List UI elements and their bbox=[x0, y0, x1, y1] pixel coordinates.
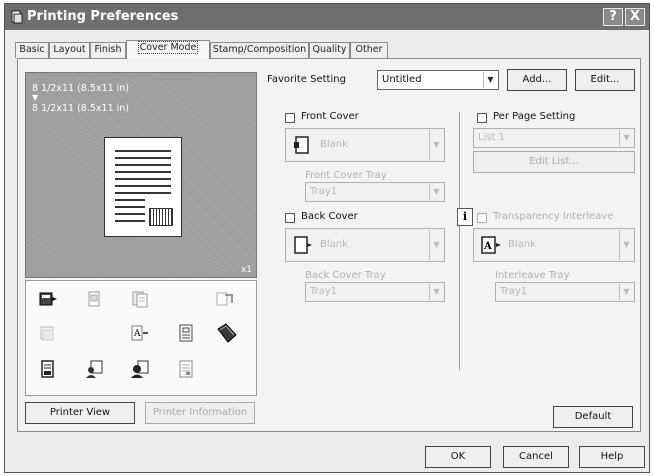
svg-text:A: A bbox=[133, 329, 141, 339]
printer-app-icon bbox=[11, 10, 23, 24]
copies-count: x1 bbox=[240, 265, 252, 275]
interleave-tray-value: Tray1 bbox=[500, 286, 528, 297]
tab-basic[interactable]: Basic bbox=[15, 42, 49, 58]
tab-cover-mode-label: Cover Mode bbox=[137, 41, 199, 54]
transparency-interleave-label: Transparency Interleave bbox=[493, 211, 614, 222]
interleave-paper-value: Blank bbox=[508, 239, 536, 250]
back-cover-tray-value: Tray1 bbox=[310, 286, 338, 297]
window-title: Printing Preferences bbox=[27, 9, 179, 24]
ok-button[interactable]: OK bbox=[425, 446, 491, 468]
printer-view-button[interactable]: Printer View bbox=[25, 402, 135, 424]
chevron-down-icon: ▼ bbox=[429, 230, 443, 260]
output-size-text: 8 1/2x11 (8.5x11 in) bbox=[32, 103, 129, 114]
chevron-down-icon: ▼ bbox=[619, 230, 633, 260]
chevron-down-icon: ▼ bbox=[429, 130, 443, 160]
per-page-setting-checkbox[interactable] bbox=[477, 113, 487, 123]
original-size-text: 8 1/2x11 (8.5x11 in) bbox=[32, 83, 129, 94]
tab-stamp-composition[interactable]: Stamp/Composition bbox=[210, 42, 309, 58]
user-auth-icon[interactable] bbox=[84, 359, 104, 379]
mailbox-icon[interactable] bbox=[176, 323, 196, 343]
staple-unit-icon[interactable] bbox=[214, 289, 234, 309]
tab-cover-mode[interactable]: Cover Mode bbox=[126, 40, 210, 59]
front-cover-label: Front Cover bbox=[301, 111, 359, 122]
transparency-interleave-checkbox[interactable] bbox=[477, 213, 487, 223]
punch-unit-icon[interactable]: A bbox=[130, 323, 150, 343]
front-cover-paper-icon bbox=[294, 136, 309, 154]
output-tray-icon[interactable] bbox=[38, 323, 58, 343]
help-button[interactable]: Help bbox=[579, 446, 645, 468]
front-cover-paper-dropdown[interactable]: Blank ▼ bbox=[285, 128, 445, 162]
back-cover-checkbox[interactable] bbox=[285, 213, 295, 223]
edit-list-button[interactable]: Edit List... bbox=[473, 151, 635, 173]
printer-information-button[interactable]: Printer Information bbox=[145, 402, 255, 424]
interleave-paper-icon: A bbox=[481, 236, 501, 254]
favorite-setting-dropdown[interactable]: Untitled ▼ bbox=[377, 70, 499, 90]
back-cover-tray-label: Back Cover Tray bbox=[305, 270, 386, 281]
back-cover-tray-dropdown[interactable]: Tray1 ▼ bbox=[305, 282, 445, 302]
front-cover-tray-dropdown[interactable]: Tray1 ▼ bbox=[305, 182, 445, 202]
per-page-list-value: List 1 bbox=[478, 132, 506, 143]
interleave-tray-label: Interleave Tray bbox=[495, 270, 570, 281]
chevron-down-icon: ▼ bbox=[619, 130, 633, 146]
chevron-down-icon: ▼ bbox=[619, 284, 633, 300]
chevron-down-icon: ▼ bbox=[429, 184, 443, 200]
document-list-icon[interactable] bbox=[176, 359, 196, 379]
function-icon-panel: A bbox=[25, 280, 257, 396]
title-bar[interactable]: Printing Preferences ? X bbox=[5, 4, 649, 30]
favorite-setting-value: Untitled bbox=[382, 74, 422, 85]
booklet-icon[interactable] bbox=[214, 321, 238, 345]
size-arrow-icon: ▼ bbox=[32, 93, 39, 102]
front-cover-checkbox[interactable] bbox=[285, 113, 295, 123]
back-cover-paper-icon bbox=[294, 236, 312, 254]
tab-finish[interactable]: Finish bbox=[90, 42, 126, 58]
per-page-setting-label: Per Page Setting bbox=[493, 111, 576, 122]
default-button[interactable]: Default bbox=[553, 406, 633, 428]
tab-other[interactable]: Other bbox=[350, 42, 388, 58]
tab-quality[interactable]: Quality bbox=[309, 42, 350, 58]
interleave-tray-dropdown[interactable]: Tray1 ▼ bbox=[495, 282, 635, 302]
printing-preferences-window: Printing Preferences ? X Basic Layout Fi… bbox=[4, 3, 650, 473]
front-cover-tray-value: Tray1 bbox=[310, 186, 338, 197]
column-divider bbox=[459, 112, 460, 370]
paper-tray-icon[interactable] bbox=[84, 289, 104, 309]
back-cover-label: Back Cover bbox=[301, 211, 358, 222]
close-title-button[interactable]: X bbox=[625, 8, 645, 26]
back-cover-paper-value: Blank bbox=[320, 239, 348, 250]
print-preview: 8 1/2x11 (8.5x11 in) ▼ 8 1/2x11 (8.5x11 … bbox=[25, 72, 257, 278]
page-preview bbox=[104, 137, 182, 237]
interleave-paper-dropdown[interactable]: A Blank ▼ bbox=[473, 228, 635, 262]
secure-print-icon[interactable] bbox=[38, 359, 58, 379]
info-icon[interactable]: i bbox=[457, 208, 473, 226]
favorite-setting-label: Favorite Setting bbox=[267, 74, 346, 85]
account-track-icon[interactable] bbox=[130, 359, 150, 379]
svg-text:A: A bbox=[483, 241, 492, 252]
cancel-button[interactable]: Cancel bbox=[503, 446, 569, 468]
front-cover-paper-value: Blank bbox=[320, 139, 348, 150]
add-favorite-button[interactable]: Add... bbox=[507, 69, 567, 91]
back-cover-paper-dropdown[interactable]: Blank ▼ bbox=[285, 228, 445, 262]
edit-favorite-button[interactable]: Edit... bbox=[575, 69, 635, 91]
front-cover-tray-label: Front Cover Tray bbox=[305, 170, 387, 181]
finisher-unit-icon[interactable] bbox=[38, 289, 58, 309]
tab-layout[interactable]: Layout bbox=[49, 42, 90, 58]
cover-pattern-block bbox=[149, 208, 173, 226]
per-page-list-dropdown[interactable]: List 1 ▼ bbox=[473, 128, 635, 148]
chevron-down-icon: ▼ bbox=[483, 72, 497, 88]
chevron-down-icon: ▼ bbox=[429, 284, 443, 300]
duplex-unit-icon[interactable] bbox=[130, 289, 150, 309]
help-title-button[interactable]: ? bbox=[603, 8, 623, 26]
